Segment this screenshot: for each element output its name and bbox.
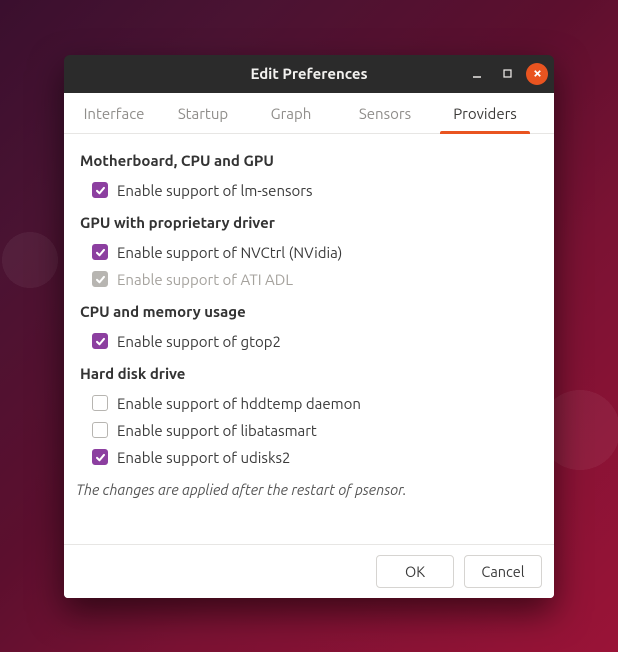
checkbox-gtop2[interactable] <box>92 333 108 349</box>
window-title: Edit Preferences <box>250 65 367 82</box>
maximize-button[interactable] <box>496 63 518 85</box>
label-libatasmart[interactable]: Enable support of libatasmart <box>117 422 317 439</box>
section-title-gpu: GPU with proprietary driver <box>80 214 538 231</box>
label-nvctrl[interactable]: Enable support of NVCtrl (NVidia) <box>117 244 342 261</box>
tab-providers[interactable]: Providers <box>436 93 534 133</box>
checkbox-nvctrl[interactable] <box>92 244 108 260</box>
tab-startup[interactable]: Startup <box>158 93 248 133</box>
tab-bar: Interface Startup Graph Sensors Provider… <box>64 93 554 134</box>
minimize-button[interactable] <box>466 63 488 85</box>
label-atiadl: Enable support of ATI ADL <box>117 271 293 288</box>
label-udisks2[interactable]: Enable support of udisks2 <box>117 449 291 466</box>
dialog-footer: OK Cancel <box>64 544 554 598</box>
providers-pane: Motherboard, CPU and GPU Enable support … <box>64 134 554 544</box>
label-lm-sensors[interactable]: Enable support of lm-sensors <box>117 182 313 199</box>
dialog-content: Interface Startup Graph Sensors Provider… <box>64 93 554 598</box>
checkbox-atiadl <box>92 271 108 287</box>
checkbox-lm-sensors[interactable] <box>92 182 108 198</box>
row-lm-sensors: Enable support of lm-sensors <box>80 177 538 204</box>
close-button[interactable] <box>526 63 548 85</box>
dialog-window: Edit Preferences Interface Startup Graph… <box>64 55 554 598</box>
section-title-hdd: Hard disk drive <box>80 365 538 382</box>
section-title-cpumem: CPU and memory usage <box>80 303 538 320</box>
tab-sensors[interactable]: Sensors <box>334 93 436 133</box>
tab-graph[interactable]: Graph <box>248 93 334 133</box>
row-libatasmart: Enable support of libatasmart <box>80 417 538 444</box>
label-hddtemp[interactable]: Enable support of hddtemp daemon <box>117 395 361 412</box>
row-gtop2: Enable support of gtop2 <box>80 328 538 355</box>
row-udisks2: Enable support of udisks2 <box>80 444 538 471</box>
ok-button[interactable]: OK <box>376 555 454 588</box>
checkbox-udisks2[interactable] <box>92 449 108 465</box>
label-gtop2[interactable]: Enable support of gtop2 <box>117 333 281 350</box>
section-title-mobo: Motherboard, CPU and GPU <box>80 152 538 169</box>
checkbox-hddtemp[interactable] <box>92 395 108 411</box>
row-atiadl: Enable support of ATI ADL <box>80 266 538 293</box>
cancel-button[interactable]: Cancel <box>464 555 542 588</box>
tab-interface[interactable]: Interface <box>70 93 158 133</box>
row-hddtemp: Enable support of hddtemp daemon <box>80 390 538 417</box>
window-controls <box>466 55 548 93</box>
titlebar[interactable]: Edit Preferences <box>64 55 554 93</box>
row-nvctrl: Enable support of NVCtrl (NVidia) <box>80 239 538 266</box>
checkbox-libatasmart[interactable] <box>92 422 108 438</box>
restart-note: The changes are applied after the restar… <box>76 481 538 498</box>
